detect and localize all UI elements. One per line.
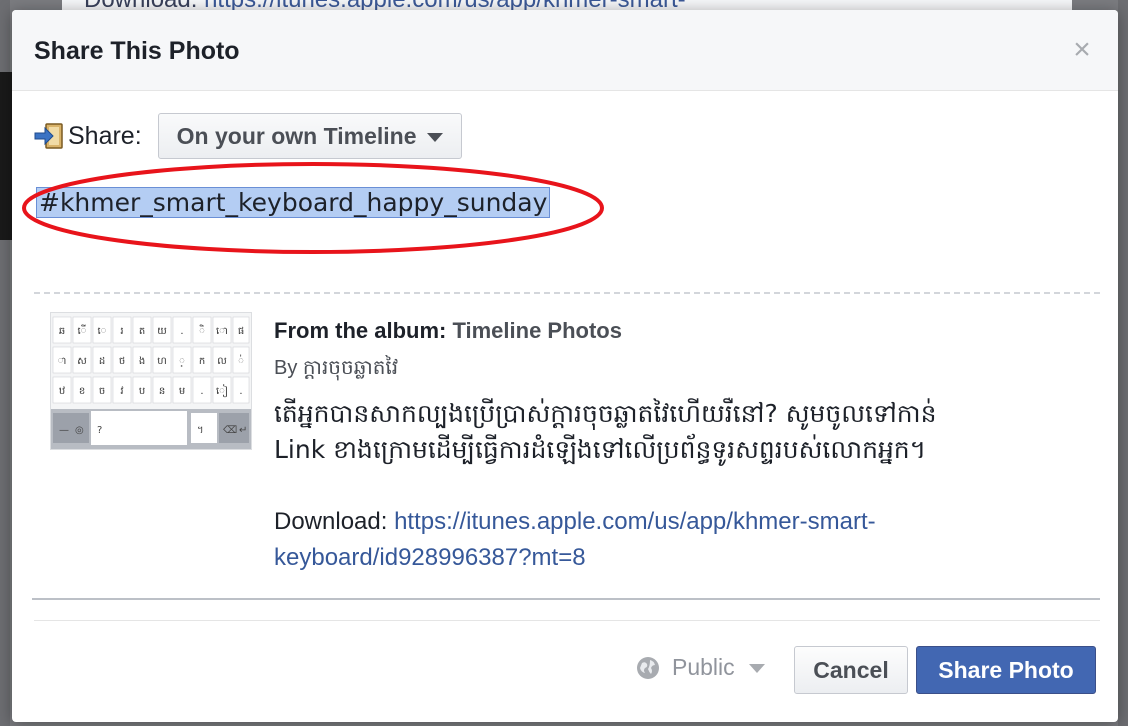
svg-text:ប: ប — [139, 386, 145, 397]
svg-text:ស: ស — [77, 356, 87, 367]
share-destination-row: Share: On your own Timeline — [32, 112, 462, 160]
svg-text:ហ: ហ — [157, 356, 167, 367]
share-label: Share: — [68, 121, 142, 150]
attachment-details: From the album: Timeline Photos By ក្ដារ… — [274, 318, 1094, 576]
svg-text:.: . — [200, 386, 203, 397]
svg-text:ោ: ោ — [216, 326, 228, 337]
footer-divider — [34, 620, 1100, 621]
author-line: By ក្ដារចុចឆ្លាតវៃ — [274, 354, 1094, 384]
svg-text:យ: យ — [157, 326, 167, 337]
svg-text:↵: ↵ — [239, 425, 247, 436]
post-text-line-1: តើអ្នកបានសាកល្បងប្រើប្រាស់ក្ដារចុចឆ្លាតវ… — [274, 399, 937, 428]
svg-text:។: ។ — [197, 425, 204, 436]
author-name: ក្ដារចុចឆ្លាតវៃ — [302, 357, 399, 379]
svg-text:រ: រ — [120, 326, 123, 337]
svg-text:—: — — [59, 425, 69, 436]
svg-text:ផ: ផ — [238, 326, 244, 337]
svg-text:ល: ល — [217, 356, 227, 367]
svg-text:ិ: ិ — [199, 324, 205, 337]
post-description: តើអ្នកបានសាកល្បងប្រើប្រាស់ក្ដារចុចឆ្លាតវ… — [274, 396, 1094, 468]
svg-text:ា: ា — [58, 356, 67, 367]
svg-text:⌫: ⌫ — [223, 425, 237, 436]
dialog-header: Share This Photo × — [12, 10, 1118, 91]
album-prefix: From the album: — [274, 318, 447, 343]
background-right-column — [1118, 0, 1128, 726]
background-left-dark-panel — [0, 72, 12, 240]
album-name-link[interactable]: Timeline Photos — [452, 318, 622, 343]
svg-text:ក: ក — [199, 356, 205, 367]
svg-text:ដ: ដ — [99, 356, 105, 367]
svg-text:◎: ◎ — [75, 425, 84, 436]
close-icon[interactable]: × — [1068, 35, 1096, 65]
dialog-title: Share This Photo — [34, 37, 240, 65]
privacy-chevron-down-icon — [748, 664, 765, 673]
post-text-line-2: Link ខាងក្រោមដើម្បីធ្វើការដំឡើងទៅលើប្រព័… — [274, 435, 927, 464]
message-input[interactable]: #khmer_smart_keyboard_happy_sunday — [36, 187, 551, 218]
privacy-label: Public — [672, 654, 735, 680]
audience-dropdown-value: On your own Timeline — [176, 122, 417, 149]
download-line: Download: https://itunes.apple.com/us/ap… — [274, 504, 1094, 576]
svg-text:ង: ង — [139, 356, 145, 367]
svg-text:ច: ច — [99, 386, 105, 397]
globe-icon — [637, 656, 659, 679]
by-prefix: By — [274, 357, 298, 379]
share-dialog: Share This Photo × Share: On your own Ti… — [12, 10, 1118, 722]
svg-text:វ: វ — [120, 386, 123, 397]
svg-text:ៀ: ៀ — [216, 384, 228, 398]
svg-text:េ: េ — [97, 326, 106, 337]
share-arrow-icon — [34, 123, 63, 149]
chevron-down-icon — [426, 132, 443, 142]
cancel-button[interactable]: Cancel — [794, 646, 908, 694]
svg-text:ឆ: ឆ — [59, 326, 65, 337]
dashed-divider — [34, 292, 1100, 294]
svg-text:?: ? — [97, 425, 102, 436]
svg-text:្: ្ — [179, 356, 185, 367]
privacy-selector[interactable]: Public — [636, 654, 765, 681]
album-line: From the album: Timeline Photos — [274, 318, 1094, 344]
svg-text:.: . — [180, 326, 183, 337]
svg-text:ថ: ថ — [119, 356, 125, 367]
svg-text:ខ: ខ — [79, 386, 85, 397]
audience-dropdown[interactable]: On your own Timeline — [157, 113, 462, 159]
khmer-keyboard-thumbnail: ឆើេ រ ត យ.ិោ ផ ា ស ដ ថ ង ហ្ ក ល់ ឋ ខ ច វ ប ន ម.ៀ. — ◎? ។ ⌫ ↵ — [50, 312, 252, 450]
svg-text:ឋ: ឋ — [59, 386, 65, 397]
svg-text:ើ: ើ — [77, 324, 86, 337]
attachment-bottom-divider — [32, 598, 1100, 600]
svg-text:់: ់ — [238, 354, 244, 367]
share-photo-button[interactable]: Share Photo — [916, 646, 1096, 694]
svg-text:ត: ត — [139, 326, 145, 337]
svg-text:ន: ន — [159, 386, 165, 397]
download-label: Download: — [274, 508, 388, 535]
svg-text:.: . — [239, 386, 242, 397]
message-hashtag-selection: #khmer_smart_keyboard_happy_sunday — [36, 187, 551, 218]
svg-text:ម: ម — [179, 386, 185, 397]
